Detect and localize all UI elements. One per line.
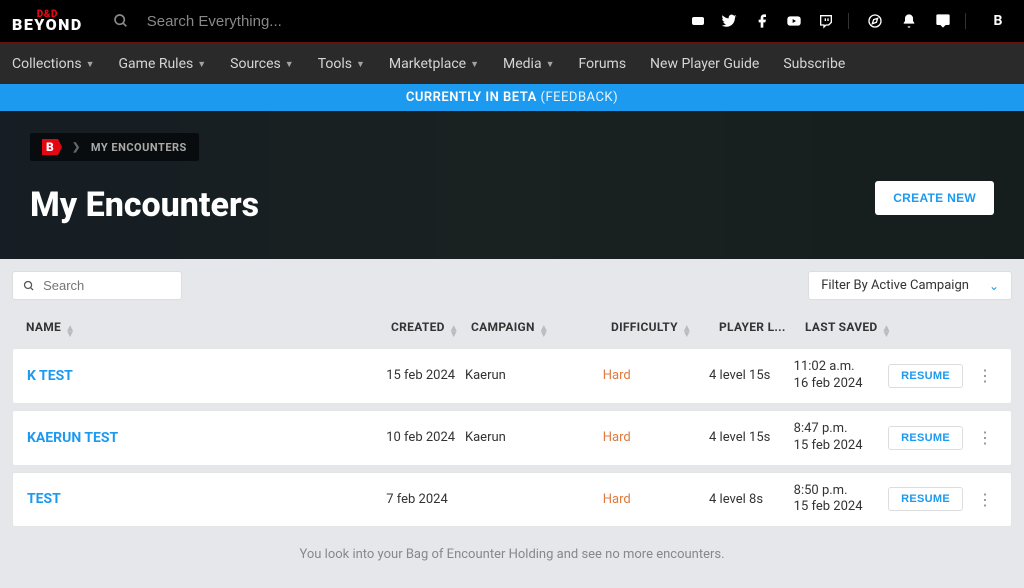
breadcrumb-home-icon[interactable] <box>42 139 62 155</box>
sort-icon: ▲▼ <box>65 326 75 338</box>
caret-down-icon: ▼ <box>546 59 555 70</box>
resume-button[interactable]: RESUME <box>888 364 963 388</box>
avatar[interactable]: B <box>984 7 1012 35</box>
col-campaign[interactable]: CAMPAIGN▲▼ <box>471 320 611 338</box>
row-saved: 11:02 a.m.16 feb 2024 <box>794 359 888 393</box>
nav-item[interactable]: Subscribe <box>783 56 845 72</box>
col-created[interactable]: CREATED▲▼ <box>391 320 471 338</box>
page-title: My Encounters <box>30 185 994 225</box>
content: Filter By Active Campaign ⌄ NAME▲▼ CREAT… <box>0 259 1024 588</box>
nav-item[interactable]: Game Rules▼ <box>119 56 207 72</box>
row-players: 4 level 15s <box>709 430 794 445</box>
row-created: 10 feb 2024 <box>386 430 465 445</box>
col-name[interactable]: NAME▲▼ <box>26 320 391 338</box>
filter-search[interactable] <box>12 271 182 300</box>
nav-item[interactable]: Collections▼ <box>12 56 95 72</box>
resume-button[interactable]: RESUME <box>888 426 963 450</box>
row-name[interactable]: K TEST <box>27 368 386 384</box>
caret-down-icon: ▼ <box>356 59 365 70</box>
breadcrumb: ❯ MY ENCOUNTERS <box>30 133 199 161</box>
nav-item[interactable]: Sources▼ <box>230 56 294 72</box>
table-row: KAERUN TEST10 feb 2024KaerunHard4 level … <box>12 410 1012 466</box>
logo-beyond: BEYOND <box>12 19 83 32</box>
hero: ❯ MY ENCOUNTERS My Encounters CREATE NEW <box>0 111 1024 259</box>
social-icons <box>690 13 849 29</box>
col-difficulty[interactable]: DIFFICULTY▲▼ <box>611 320 719 338</box>
navbar: Collections▼ Game Rules▼ Sources▼ Tools▼ Mar… <box>0 44 1024 84</box>
sort-icon: ▲▼ <box>449 326 459 338</box>
twitter-icon[interactable] <box>722 13 738 29</box>
breadcrumb-current: MY ENCOUNTERS <box>91 141 187 154</box>
row-players: 4 level 8s <box>709 492 794 507</box>
nav-item[interactable]: Forums <box>579 56 627 72</box>
chevron-right-icon: ❯ <box>72 142 81 153</box>
row-created: 15 feb 2024 <box>386 368 465 383</box>
row-name[interactable]: TEST <box>27 491 386 507</box>
create-new-button[interactable]: CREATE NEW <box>875 181 994 215</box>
kebab-icon[interactable]: ⋮ <box>973 428 997 447</box>
caret-down-icon: ▼ <box>285 59 294 70</box>
sort-icon: ▲▼ <box>539 326 549 338</box>
resume-button[interactable]: RESUME <box>888 487 963 511</box>
nav-item[interactable]: Tools▼ <box>318 56 365 72</box>
table-header: NAME▲▼ CREATED▲▼ CAMPAIGN▲▼ DIFFICULTY▲▼… <box>12 310 1012 348</box>
sort-icon: ▲▼ <box>682 326 692 338</box>
caret-down-icon: ▼ <box>197 59 206 70</box>
row-created: 7 feb 2024 <box>386 492 465 507</box>
row-campaign: Kaerun <box>465 430 603 445</box>
search-icon <box>23 279 35 293</box>
row-saved: 8:47 p.m.15 feb 2024 <box>794 421 888 455</box>
bell-icon[interactable] <box>901 13 917 29</box>
nav-item[interactable]: Media▼ <box>503 56 554 72</box>
beta-text: CURRENTLY IN BETA <box>406 90 537 105</box>
filter-search-input[interactable] <box>43 278 171 293</box>
row-players: 4 level 15s <box>709 368 794 383</box>
row-difficulty: Hard <box>603 430 709 445</box>
table-row: TEST7 feb 2024 Hard4 level 8s8:50 p.m.15 … <box>12 472 1012 528</box>
topbar: D&D BEYOND B <box>0 0 1024 44</box>
search-input[interactable] <box>147 13 427 30</box>
logo[interactable]: D&D BEYOND <box>12 11 83 32</box>
youtube-icon[interactable] <box>786 13 802 29</box>
caret-down-icon: ▼ <box>86 59 95 70</box>
col-saved[interactable]: LAST SAVED▲▼ <box>805 320 901 338</box>
table-row: K TEST15 feb 2024KaerunHard4 level 15s11… <box>12 348 1012 404</box>
row-name[interactable]: KAERUN TEST <box>27 430 386 446</box>
nav-item[interactable]: Marketplace▼ <box>389 56 479 72</box>
beta-feedback: (FEEDBACK) <box>541 90 619 105</box>
discord-icon[interactable] <box>690 13 706 29</box>
filter-campaign-select[interactable]: Filter By Active Campaign ⌄ <box>808 271 1012 300</box>
chat-icon[interactable] <box>935 13 951 29</box>
caret-down-icon: ▼ <box>470 59 479 70</box>
filter-campaign-label: Filter By Active Campaign <box>821 278 969 293</box>
twitch-icon[interactable] <box>818 13 834 29</box>
compass-icon[interactable] <box>867 13 883 29</box>
row-campaign: Kaerun <box>465 368 603 383</box>
row-saved: 8:50 p.m.15 feb 2024 <box>794 483 888 517</box>
sort-icon: ▲▼ <box>882 326 892 338</box>
nav-item[interactable]: New Player Guide <box>650 56 759 72</box>
row-difficulty: Hard <box>603 492 709 507</box>
chevron-down-icon: ⌄ <box>989 279 999 293</box>
search-icon[interactable] <box>113 13 129 29</box>
util-icons <box>867 13 966 29</box>
facebook-icon[interactable] <box>754 13 770 29</box>
col-players[interactable]: PLAYER L... <box>719 320 805 338</box>
beta-banner[interactable]: CURRENTLY IN BETA (FEEDBACK) <box>0 84 1024 111</box>
empty-message: You look into your Bag of Encounter Hold… <box>12 533 1012 576</box>
kebab-icon[interactable]: ⋮ <box>973 490 997 509</box>
kebab-icon[interactable]: ⋮ <box>973 366 997 385</box>
row-difficulty: Hard <box>603 368 709 383</box>
